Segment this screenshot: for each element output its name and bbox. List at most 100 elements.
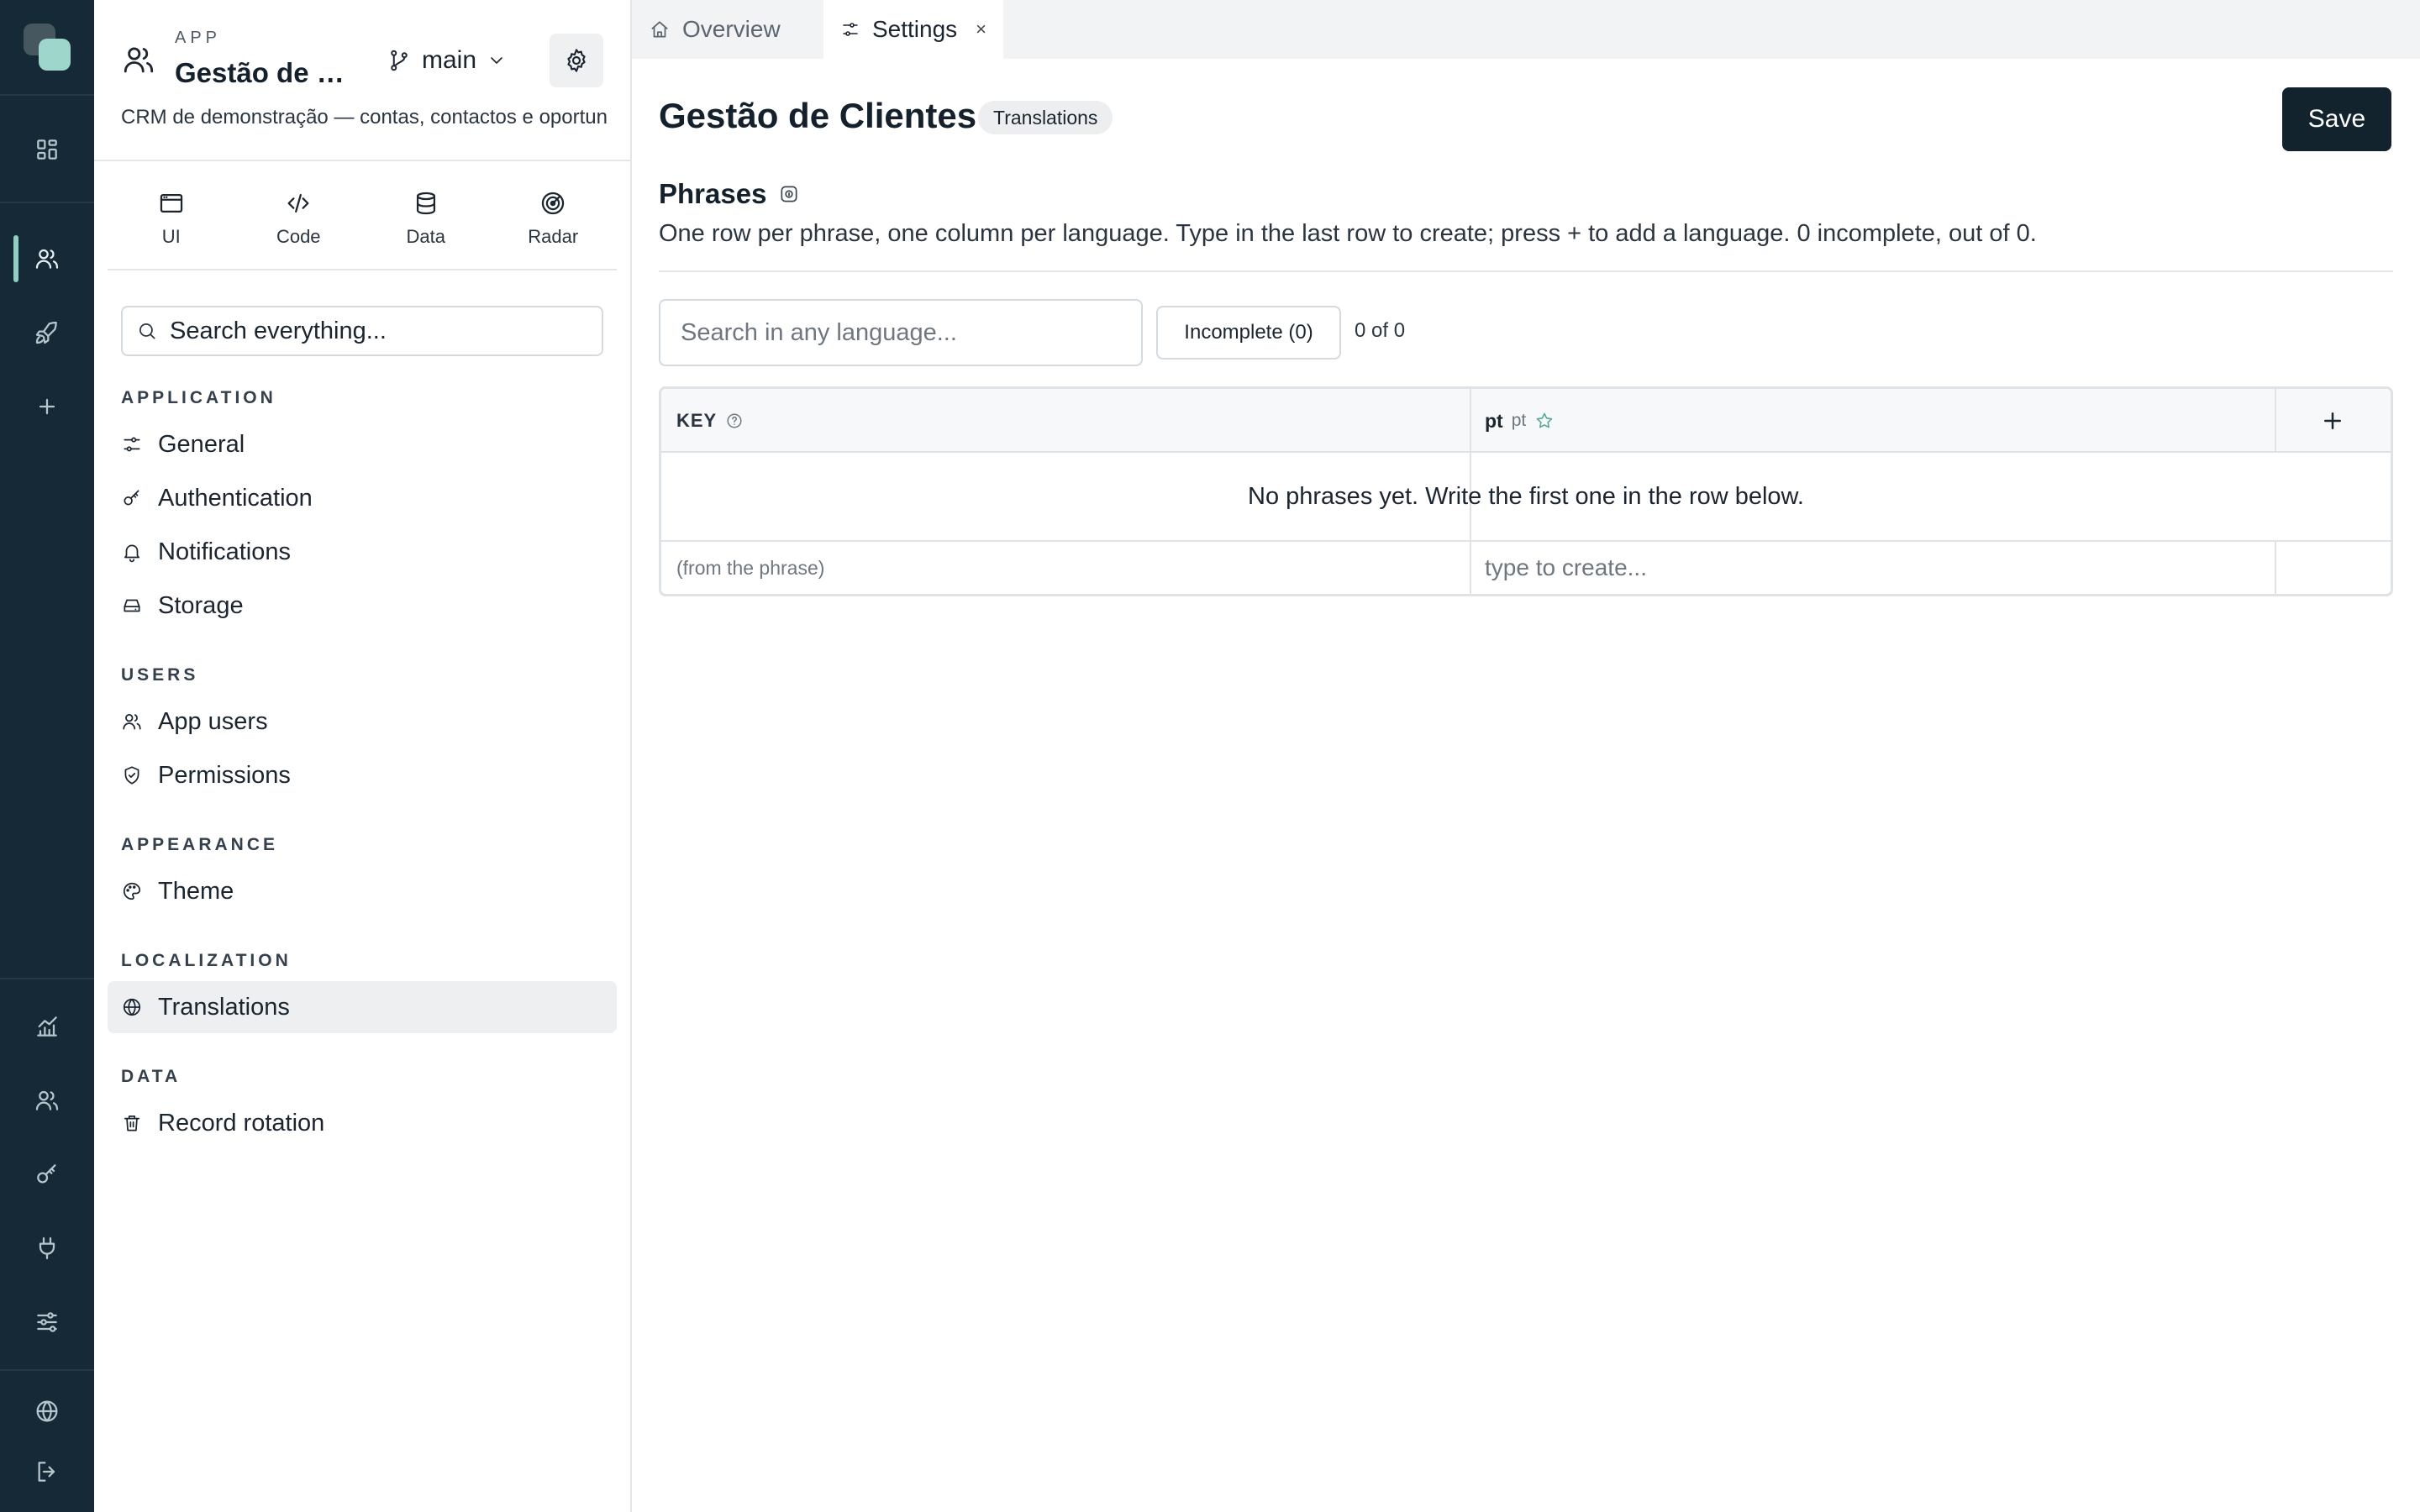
globe-icon (36, 1400, 58, 1422)
column-header-language[interactable]: pt pt (1485, 389, 1555, 453)
nav-item-label: Record rotation (158, 1109, 325, 1137)
mode-ui[interactable]: UI (108, 168, 235, 269)
app-settings-button[interactable] (550, 34, 603, 87)
settings-sidebar: APP Gestão de Clientes main CRM de demon… (94, 0, 632, 1512)
section-label-application: APPLICATION (121, 388, 276, 407)
nav-item-theme[interactable]: Theme (108, 865, 617, 917)
save-button[interactable]: Save (2282, 87, 2391, 151)
rail-deploy-button[interactable] (25, 311, 69, 354)
shield-check-icon (124, 766, 139, 785)
rail-users-button[interactable] (25, 237, 69, 281)
rail-integrations-button[interactable] (25, 1226, 69, 1270)
logo[interactable] (24, 24, 71, 71)
phrase-search-input[interactable] (659, 299, 1143, 366)
rail-divider (0, 94, 94, 96)
nav-item-permissions[interactable]: Permissions (108, 749, 617, 801)
users-icon (35, 249, 59, 269)
rail-divider (0, 978, 94, 979)
rail-language-button[interactable] (25, 1389, 69, 1433)
phrases-heading: Phrases (659, 178, 800, 210)
database-icon (416, 192, 435, 215)
nav-item-label: Storage (158, 591, 244, 619)
mode-code-label: Code (276, 226, 321, 247)
tab-overview[interactable]: Overview (632, 0, 823, 59)
tab-settings[interactable]: Settings × (823, 0, 1003, 59)
tab-overview-label: Overview (682, 16, 781, 42)
app-rail (0, 0, 94, 1512)
nav-item-label: Theme (158, 877, 234, 905)
rail-active-indicator (13, 235, 18, 282)
empty-state-message: No phrases yet. Write the first one in t… (1248, 482, 1804, 510)
radar-icon (542, 192, 565, 215)
new-phrase-input[interactable] (1471, 547, 2261, 589)
nav-item-label: App users (158, 707, 268, 735)
language-code: pt (1485, 409, 1503, 432)
chart-icon (37, 1016, 57, 1037)
nav-item-label: Notifications (158, 538, 291, 565)
chevron-down-icon (491, 57, 502, 64)
nav-item-label: General (158, 430, 245, 458)
globe-icon (123, 998, 141, 1016)
sliders-small-icon (124, 437, 140, 452)
app-kicker: APP (175, 29, 222, 47)
team-icon (35, 1090, 59, 1110)
plug-icon (39, 1236, 55, 1260)
mode-code[interactable]: Code (235, 168, 363, 269)
page-title: Gestão de Clientes (659, 96, 977, 135)
nav-item-app-users[interactable]: App users (108, 696, 617, 748)
code-icon (287, 193, 309, 213)
phrases-description: One row per phrase, one column per langu… (659, 220, 2037, 247)
rail-preferences-button[interactable] (25, 1300, 69, 1344)
section-label-appearance: APPEARANCE (121, 835, 279, 854)
mode-ui-label: UI (161, 226, 181, 247)
sliders-small-icon (843, 23, 858, 36)
rail-add-button[interactable] (25, 385, 69, 428)
rail-team-button[interactable] (25, 1079, 69, 1122)
nav-item-translations[interactable]: Translations (108, 981, 617, 1033)
home-icon (651, 21, 668, 38)
app-title[interactable]: Gestão de Clientes (175, 57, 351, 89)
plus-icon (39, 398, 55, 415)
plus-icon (2324, 412, 2341, 429)
close-tab-button[interactable]: × (976, 18, 986, 40)
results-count: 0 of 0 (1355, 319, 1406, 342)
nav-item-authentication[interactable]: Authentication (108, 472, 617, 524)
mode-radar-label: Radar (528, 226, 579, 247)
sidebar-divider (108, 269, 617, 270)
mode-radar[interactable]: Radar (490, 168, 618, 269)
rail-logout-button[interactable] (25, 1450, 69, 1494)
drive-icon (124, 599, 140, 612)
help-icon[interactable] (725, 412, 744, 430)
nav-item-record-rotation[interactable]: Record rotation (108, 1097, 617, 1149)
key-column-label: KEY (676, 410, 718, 431)
git-branch-icon (391, 50, 408, 71)
palette-icon (123, 882, 141, 900)
mode-data[interactable]: Data (362, 168, 490, 269)
dashboard-icon (37, 139, 57, 160)
nav-item-label: Translations (158, 993, 290, 1021)
nav-item-storage[interactable]: Storage (108, 580, 617, 632)
rail-dashboard-button[interactable] (25, 128, 69, 171)
logout-icon (38, 1462, 55, 1482)
nav-item-notifications[interactable]: Notifications (108, 526, 617, 578)
star-icon[interactable] (1534, 411, 1555, 431)
rail-analytics-button[interactable] (25, 1005, 69, 1048)
tab-bar: Overview Settings × (632, 0, 2420, 59)
info-icon[interactable] (778, 183, 800, 205)
rail-keys-button[interactable] (25, 1152, 69, 1196)
mode-data-label: Data (406, 226, 445, 247)
phrases-title: Phrases (659, 178, 767, 209)
add-language-button[interactable] (2275, 389, 2391, 453)
incomplete-filter-button[interactable]: Incomplete (0) (1156, 306, 1341, 360)
trash-icon (124, 1116, 139, 1131)
key-icon (37, 1164, 56, 1184)
branch-selector[interactable]: main (387, 44, 507, 77)
nav-item-general[interactable]: General (108, 418, 617, 470)
search-icon (139, 323, 155, 339)
search-input[interactable] (170, 317, 602, 345)
nav-item-label: Authentication (158, 484, 313, 512)
nav-item-label: Permissions (158, 761, 291, 789)
branch-name: main (422, 46, 477, 74)
bell-icon (124, 544, 139, 563)
app-description: CRM de demonstração — contas, contactos … (121, 106, 608, 129)
